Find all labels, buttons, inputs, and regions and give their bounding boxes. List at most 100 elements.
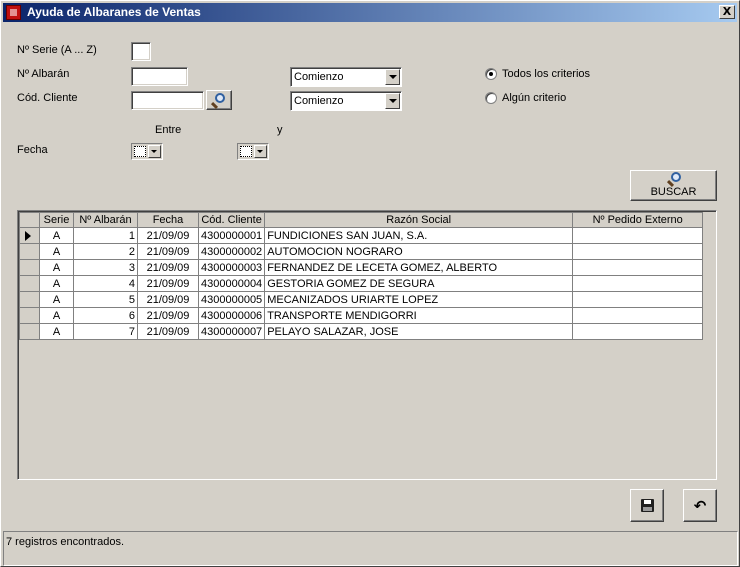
cell-fecha[interactable]: 21/09/09 bbox=[137, 307, 199, 324]
row-indicator[interactable] bbox=[19, 275, 40, 292]
cell-razon[interactable]: MECANIZADOS URIARTE LOPEZ bbox=[264, 291, 574, 308]
cell-fecha[interactable]: 21/09/09 bbox=[137, 259, 199, 276]
column-header[interactable]: Nº Albarán bbox=[73, 212, 138, 228]
cell-fecha[interactable]: 21/09/09 bbox=[137, 291, 199, 308]
table-row[interactable]: A 6 21/09/09 4300000006 TRANSPORTE MENDI… bbox=[19, 307, 704, 324]
cell-fecha[interactable]: 21/09/09 bbox=[137, 243, 199, 260]
table-row[interactable]: A 1 21/09/09 4300000001 FUNDICIONES SAN … bbox=[19, 227, 704, 244]
cell-albaran[interactable]: 2 bbox=[73, 243, 138, 260]
cell-albaran[interactable]: 7 bbox=[73, 323, 138, 340]
cell-serie[interactable]: A bbox=[39, 291, 74, 308]
cell-serie[interactable]: A bbox=[39, 243, 74, 260]
cell-cliente[interactable]: 4300000004 bbox=[197, 275, 266, 292]
albaran-match-select[interactable]: Comienzo bbox=[290, 67, 402, 87]
cell-cliente[interactable]: 4300000002 bbox=[197, 243, 266, 260]
cell-serie[interactable]: A bbox=[39, 259, 74, 276]
cell-razon[interactable]: TRANSPORTE MENDIGORRI bbox=[264, 307, 574, 324]
criteria-any-radio[interactable] bbox=[485, 92, 497, 104]
row-indicator[interactable] bbox=[19, 307, 40, 324]
date-to-checkbox[interactable] bbox=[240, 146, 252, 157]
results-grid[interactable]: Serie Nº Albarán Fecha Cód. Cliente Razó… bbox=[17, 210, 717, 480]
cell-pedido[interactable] bbox=[572, 307, 704, 324]
floppy-disk-icon bbox=[641, 499, 654, 512]
cell-serie[interactable]: A bbox=[39, 227, 74, 244]
cell-pedido[interactable] bbox=[572, 243, 704, 260]
date-from-checkbox[interactable] bbox=[134, 146, 146, 157]
date-to-picker[interactable] bbox=[237, 143, 269, 160]
albaran-input[interactable] bbox=[131, 67, 188, 86]
status-text: 7 registros encontrados. bbox=[6, 536, 125, 548]
column-header[interactable]: Serie bbox=[39, 212, 74, 228]
current-row-arrow-icon bbox=[25, 230, 31, 241]
cell-razon[interactable]: AUTOMOCION NOGRARO bbox=[264, 243, 574, 260]
cell-serie[interactable]: A bbox=[39, 323, 74, 340]
undo-button[interactable]: ↶ bbox=[683, 489, 717, 522]
serie-input[interactable] bbox=[131, 42, 151, 61]
cell-serie[interactable]: A bbox=[39, 275, 74, 292]
cell-pedido[interactable] bbox=[572, 323, 704, 340]
row-indicator-header bbox=[19, 212, 40, 228]
chevron-down-icon[interactable] bbox=[148, 145, 161, 158]
row-indicator[interactable] bbox=[19, 243, 40, 260]
serie-label: Nº Serie (A ... Z) bbox=[17, 44, 97, 56]
column-header[interactable]: Razón Social bbox=[264, 212, 574, 228]
cliente-input[interactable] bbox=[131, 91, 204, 110]
close-button[interactable]: X bbox=[719, 5, 735, 19]
cliente-match-select[interactable]: Comienzo bbox=[290, 91, 402, 111]
client-lookup-button[interactable] bbox=[206, 90, 232, 110]
table-row[interactable]: A 4 21/09/09 4300000004 GESTORIA GOMEZ D… bbox=[19, 275, 704, 292]
chevron-down-icon[interactable] bbox=[254, 145, 267, 158]
column-header[interactable]: Cód. Cliente bbox=[197, 212, 266, 228]
cell-razon[interactable]: FERNANDEZ DE LECETA GOMEZ, ALBERTO bbox=[264, 259, 574, 276]
save-button[interactable] bbox=[630, 489, 664, 522]
row-indicator[interactable] bbox=[19, 259, 40, 276]
title-bar[interactable]: Ayuda de Albaranes de Ventas X bbox=[3, 3, 737, 22]
criteria-any-label[interactable]: Algún criterio bbox=[502, 92, 566, 105]
cell-razon[interactable]: GESTORIA GOMEZ DE SEGURA bbox=[264, 275, 574, 292]
cliente-label: Cód. Cliente bbox=[17, 92, 78, 104]
table-row[interactable]: A 3 21/09/09 4300000003 FERNANDEZ DE LEC… bbox=[19, 259, 704, 276]
window-title: Ayuda de Albaranes de Ventas bbox=[27, 5, 201, 19]
cell-pedido[interactable] bbox=[572, 291, 704, 308]
cliente-match-value: Comienzo bbox=[294, 95, 344, 107]
entre-label: Entre bbox=[155, 124, 182, 136]
date-from-picker[interactable] bbox=[131, 143, 163, 160]
column-header[interactable]: Fecha bbox=[137, 212, 199, 228]
criteria-all-radio[interactable] bbox=[485, 68, 497, 80]
cell-fecha[interactable]: 21/09/09 bbox=[137, 323, 199, 340]
cell-albaran[interactable]: 1 bbox=[73, 227, 138, 244]
cell-cliente[interactable]: 4300000001 bbox=[197, 227, 266, 244]
cell-pedido[interactable] bbox=[572, 259, 704, 276]
app-icon bbox=[6, 5, 21, 20]
table-row[interactable]: A 2 21/09/09 4300000002 AUTOMOCION NOGRA… bbox=[19, 243, 704, 260]
cell-albaran[interactable]: 4 bbox=[73, 275, 138, 292]
buscar-button[interactable]: BUSCAR bbox=[630, 170, 717, 201]
table-row[interactable]: A 5 21/09/09 4300000005 MECANIZADOS URIA… bbox=[19, 291, 704, 308]
cell-fecha[interactable]: 21/09/09 bbox=[137, 275, 199, 292]
cell-razon[interactable]: FUNDICIONES SAN JUAN, S.A. bbox=[264, 227, 574, 244]
cell-fecha[interactable]: 21/09/09 bbox=[137, 227, 199, 244]
cell-albaran[interactable]: 5 bbox=[73, 291, 138, 308]
dialog-window: Ayuda de Albaranes de Ventas X Nº Serie … bbox=[0, 0, 740, 567]
cell-albaran[interactable]: 3 bbox=[73, 259, 138, 276]
row-indicator[interactable] bbox=[19, 227, 40, 244]
cell-pedido[interactable] bbox=[572, 227, 704, 244]
table-row[interactable]: A 7 21/09/09 4300000007 PELAYO SALAZAR, … bbox=[19, 323, 704, 340]
row-indicator[interactable] bbox=[19, 291, 40, 308]
row-indicator[interactable] bbox=[19, 323, 40, 340]
cell-cliente[interactable]: 4300000006 bbox=[197, 307, 266, 324]
cell-albaran[interactable]: 6 bbox=[73, 307, 138, 324]
cell-pedido[interactable] bbox=[572, 275, 704, 292]
cell-serie[interactable]: A bbox=[39, 307, 74, 324]
column-header[interactable]: Nº Pedido Externo bbox=[572, 212, 704, 228]
albaran-label: Nº Albarán bbox=[17, 68, 70, 80]
cell-razon[interactable]: PELAYO SALAZAR, JOSE bbox=[264, 323, 574, 340]
cell-cliente[interactable]: 4300000005 bbox=[197, 291, 266, 308]
chevron-down-icon[interactable] bbox=[385, 69, 400, 85]
buscar-label: BUSCAR bbox=[650, 186, 697, 198]
cell-cliente[interactable]: 4300000003 bbox=[197, 259, 266, 276]
fecha-label: Fecha bbox=[17, 144, 48, 156]
chevron-down-icon[interactable] bbox=[385, 93, 400, 109]
cell-cliente[interactable]: 4300000007 bbox=[197, 323, 266, 340]
criteria-all-label[interactable]: Todos los criterios bbox=[502, 68, 590, 81]
